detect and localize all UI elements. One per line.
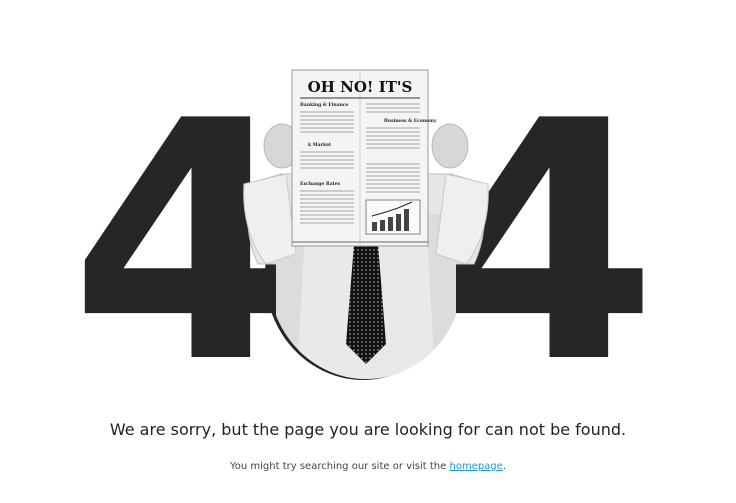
newspaper-headline: OH NO! IT'S (308, 78, 413, 96)
newspaper-section-1: Banking & Finance (300, 102, 349, 108)
newspaper-section-4: Exchange Rates (300, 181, 341, 187)
error-message: We are sorry, but the page you are looki… (109, 420, 627, 439)
suggestion-suffix: . (502, 461, 506, 472)
newspaper-section-2: Business & Economy (384, 118, 437, 124)
newspaper: OH NO! IT'S Banking & Finance Business &… (291, 69, 437, 247)
suggestion-text: You might try searching our site or visi… (0, 461, 736, 472)
suggestion-prefix: You might try searching our site or visi… (230, 461, 450, 472)
newspaper-man-illustration: OH NO! IT'S Banking & Finance Business &… (243, 69, 489, 379)
newspaper-chart-graphic (365, 199, 421, 235)
homepage-link[interactable]: homepage (449, 461, 502, 472)
newspaper-section-3: k Market (308, 142, 332, 148)
error-hero: 4 4 OH NO! IT'S Banking & Finance Busine… (0, 0, 736, 408)
